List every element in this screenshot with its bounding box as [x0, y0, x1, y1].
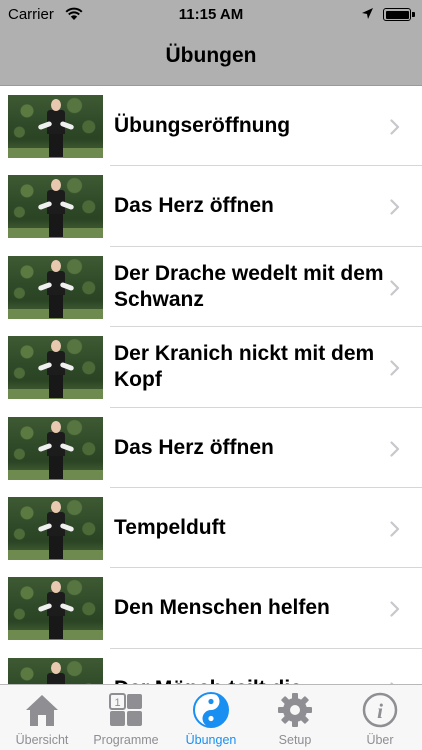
exercise-title: Das Herz öffnen [114, 435, 274, 459]
tab-overview[interactable]: Übersicht [0, 685, 84, 750]
exercise-title: Den Menschen helfen [114, 596, 330, 620]
exercise-title: Übungseröffnung [114, 114, 291, 137]
exercise-thumbnail [8, 416, 103, 480]
list-item[interactable]: Das Herz öffnen [0, 407, 422, 489]
tab-setup[interactable]: Setup [253, 685, 337, 750]
tab-label: Programme [93, 733, 159, 747]
chevron-right-icon [390, 119, 400, 135]
exercise-title: Das Herz öffnen [114, 194, 274, 218]
navigation-bar: Übungen [0, 30, 422, 86]
chevron-right-icon [390, 360, 400, 376]
exercise-title: Tempelduft [114, 515, 226, 539]
exercise-thumbnail [8, 577, 103, 641]
info-icon: i [362, 692, 398, 728]
list-item[interactable]: Der Drache wedelt mit dem Schwanz [0, 246, 422, 328]
tab-exercises[interactable]: Übungen [169, 685, 253, 750]
tab-label: Über [366, 733, 394, 747]
exercise-thumbnail [8, 175, 103, 239]
chevron-right-icon [390, 440, 400, 457]
exercise-title: Der Mönch teilt die [114, 649, 384, 684]
list-item[interactable]: Das Herz öffnen [0, 166, 422, 248]
list-item[interactable]: Den Menschen helfen [0, 568, 422, 650]
tab-label: Übersicht [15, 733, 69, 747]
tab-programs[interactable]: 1 Programme [84, 685, 168, 750]
list-item[interactable]: Der Mönch teilt die [0, 648, 422, 684]
tab-about[interactable]: i Über [338, 685, 422, 750]
exercise-title: Der Kranich nickt mit dem Kopf [114, 342, 375, 392]
tab-bar: Übersicht 1 Programme Übungen Setup i Üb… [0, 684, 422, 750]
exercise-thumbnail [8, 657, 103, 684]
chevron-right-icon [390, 521, 400, 537]
tab-label: Übungen [185, 733, 237, 747]
home-icon [26, 695, 58, 726]
exercise-thumbnail [8, 255, 103, 319]
exercise-thumbnail [8, 496, 103, 560]
clock: 11:15 AM [178, 6, 244, 23]
page-title: Übungen [165, 44, 257, 67]
status-bar: Carrier 11:15 AM [0, 0, 422, 30]
location-arrow-icon [362, 8, 373, 19]
yin-yang-icon [193, 692, 229, 728]
svg-text:i: i [377, 699, 383, 723]
exercise-thumbnail [8, 95, 103, 158]
battery-icon [383, 8, 411, 21]
exercise-thumbnail [8, 336, 103, 400]
list-item[interactable]: Der Kranich nickt mit dem Kopf [0, 327, 422, 408]
list-item[interactable]: Übungseröffnung [0, 86, 422, 167]
list-item[interactable]: Tempelduft [0, 487, 422, 569]
svg-text:1: 1 [114, 697, 120, 709]
exercise-title: Der Drache wedelt mit dem Schwanz [114, 261, 384, 311]
chevron-right-icon [390, 601, 400, 617]
programs-grid-icon: 1 [109, 693, 142, 726]
gear-icon [278, 693, 312, 727]
exercise-list[interactable]: Übungseröffnung Das Herz öffnen Der Drache… [0, 86, 422, 684]
chevron-right-icon [390, 199, 400, 215]
tab-label: Setup [278, 733, 312, 747]
chevron-right-icon [390, 280, 400, 296]
